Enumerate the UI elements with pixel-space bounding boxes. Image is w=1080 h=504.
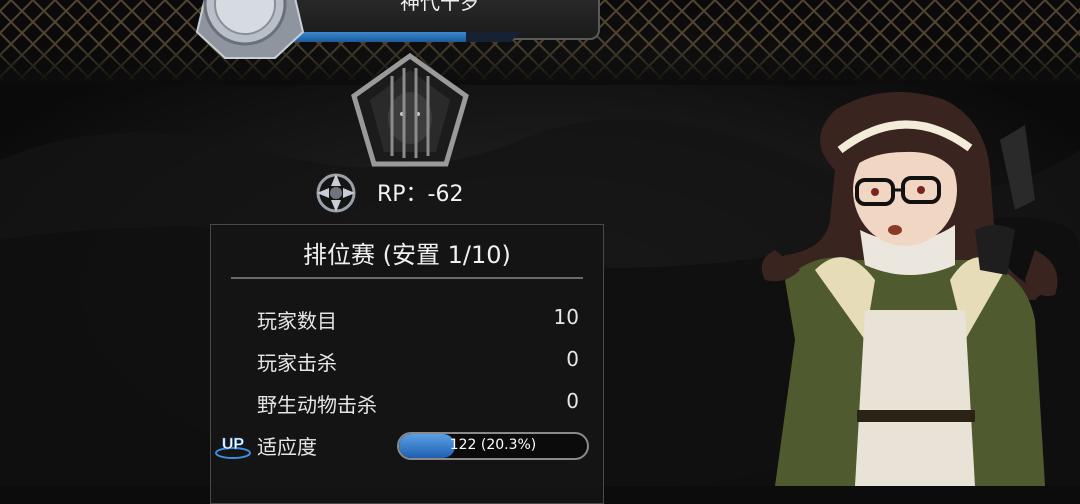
player-name: 神代千岁 <box>400 0 480 14</box>
stat-value: 0 <box>566 347 579 371</box>
up-arrow-badge-icon: UP <box>215 436 251 459</box>
stat-row-player-count: 玩家数目 10 <box>257 305 583 335</box>
stat-label: 玩家击杀 <box>257 351 337 375</box>
fitness-label: 适应度 <box>257 435 317 459</box>
xp-bar <box>285 32 520 42</box>
up-badge-text: UP <box>222 436 245 453</box>
character-portrait <box>761 92 1058 486</box>
rp-value: RP：-62 <box>377 182 464 207</box>
level-badge-frame-icon <box>195 0 305 59</box>
ranked-stats-panel: 排位赛 (安置 1/10) 玩家数目 10 玩家击杀 0 野生动物击杀 0 UP… <box>210 224 604 504</box>
stat-label: 野生动物击杀 <box>257 393 377 417</box>
caged-wolf-pentagon-icon <box>351 52 469 167</box>
panel-divider <box>231 277 583 279</box>
stat-label: 玩家数目 <box>257 309 337 333</box>
gear-cross-icon <box>316 173 356 213</box>
stat-value: 0 <box>566 389 579 413</box>
fitness-value: 122 (20.3%) <box>449 437 537 453</box>
panel-title: 排位赛 (安置 1/10) <box>303 241 511 269</box>
fitness-bar: 122 (20.3%) <box>397 432 589 460</box>
stat-row-wildlife-kills: 野生动物击杀 0 <box>257 389 583 419</box>
stat-value: 10 <box>553 305 579 329</box>
stat-row-player-kills: 玩家击杀 0 <box>257 347 583 377</box>
xp-bar-fill <box>285 32 466 42</box>
level-badge: 38 <box>195 0 305 60</box>
